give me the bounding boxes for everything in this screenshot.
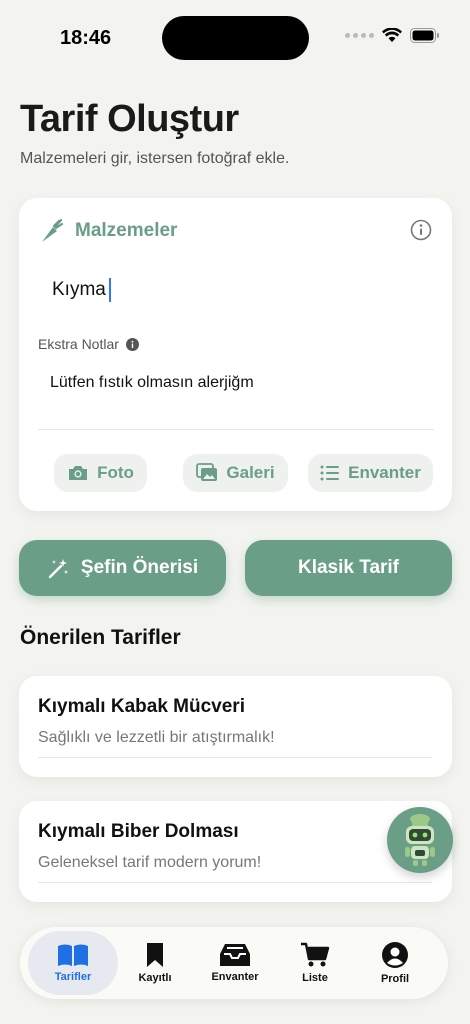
text-caret	[108, 278, 111, 302]
cellular-signal-icon	[345, 33, 374, 38]
tray-icon	[220, 944, 250, 966]
gallery-icon	[196, 463, 218, 481]
cart-icon	[301, 942, 330, 967]
camera-icon	[69, 466, 88, 480]
notes-field[interactable]: Lütfen fıstık olmasın alerjiğm	[50, 374, 254, 392]
tab-recipes[interactable]: Tarifler	[28, 931, 118, 995]
chef-robot-icon	[405, 814, 435, 866]
tab-recipes-label: Tarifler	[54, 971, 92, 983]
book-icon	[58, 944, 88, 966]
wifi-icon	[382, 28, 402, 42]
page-title: Tarif Oluştur	[20, 98, 239, 140]
gallery-button[interactable]: Galeri	[183, 454, 288, 492]
page-subtitle: Malzemeleri gir, istersen fotoğraf ekle.	[20, 150, 290, 167]
chef-suggestion-label: Şefin Önerisi	[80, 557, 199, 578]
recipe-name: Kıymalı Biber Dolması	[38, 821, 239, 842]
tab-saved-label: Kayıtlı	[138, 972, 172, 984]
tab-inventory-label: Envanter	[211, 971, 259, 983]
notes-label-row: Ekstra Notlar	[38, 336, 139, 352]
tab-list[interactable]: Liste	[276, 927, 354, 999]
suggested-title: Önerilen Tarifler	[20, 626, 181, 649]
profile-icon	[382, 942, 408, 968]
photo-button[interactable]: Foto	[54, 454, 147, 492]
notes-label: Ekstra Notlar	[38, 336, 119, 352]
info-icon[interactable]	[410, 219, 432, 241]
notes-info-icon[interactable]	[125, 337, 139, 351]
tab-list-label: Liste	[302, 972, 328, 984]
ingredients-card: Malzemeler Kıyma Ekstra Notlar Lütfen fı…	[19, 198, 452, 511]
tab-saved[interactable]: Kayıtlı	[116, 927, 194, 999]
bookmark-icon	[147, 943, 163, 967]
recipe-card[interactable]: Kıymalı Kabak Mücveri Sağlıklı ve lezzet…	[19, 676, 452, 777]
recipe-card[interactable]: Kıymalı Biber Dolması Geleneksel tarif m…	[19, 801, 452, 902]
magic-wand-icon	[48, 559, 68, 579]
list-icon	[320, 465, 340, 481]
chef-bot-button[interactable]	[387, 807, 453, 873]
recipe-description: Sağlıklı ve lezzetli bir atıştırmalık!	[38, 729, 275, 746]
battery-icon	[410, 28, 439, 43]
recipe-name: Kıymalı Kabak Mücveri	[38, 696, 245, 717]
chef-suggestion-button[interactable]: Şefin Önerisi	[19, 540, 226, 596]
recipe-description: Geleneksel tarif modern yorum!	[38, 854, 262, 871]
card-divider	[38, 429, 434, 430]
tab-profile[interactable]: Profil	[356, 927, 434, 999]
status-bar: 18:46	[0, 0, 470, 70]
recipe-divider	[38, 882, 432, 883]
ingredients-title: Malzemeler	[75, 220, 178, 241]
ingredient-input-value: Kıyma	[52, 279, 106, 300]
photo-button-label: Foto	[97, 463, 134, 482]
status-time: 18:46	[60, 27, 112, 49]
status-icons	[345, 28, 440, 43]
tab-profile-label: Profil	[380, 973, 410, 985]
inventory-button-label: Envanter	[348, 463, 421, 482]
ingredients-header: Malzemeler	[39, 218, 177, 244]
recipe-divider	[38, 757, 432, 758]
ingredient-input[interactable]: Kıyma	[52, 278, 111, 302]
classic-recipe-button[interactable]: Klasik Tarif	[245, 540, 452, 596]
dynamic-island	[162, 16, 309, 60]
classic-recipe-label: Klasik Tarif	[297, 557, 400, 578]
tab-bar: Tarifler Kayıtlı Envanter Liste Profil	[20, 927, 448, 999]
gallery-button-label: Galeri	[226, 463, 275, 482]
carrot-icon	[42, 218, 64, 242]
inventory-button[interactable]: Envanter	[308, 454, 433, 492]
tab-inventory[interactable]: Envanter	[196, 927, 274, 999]
